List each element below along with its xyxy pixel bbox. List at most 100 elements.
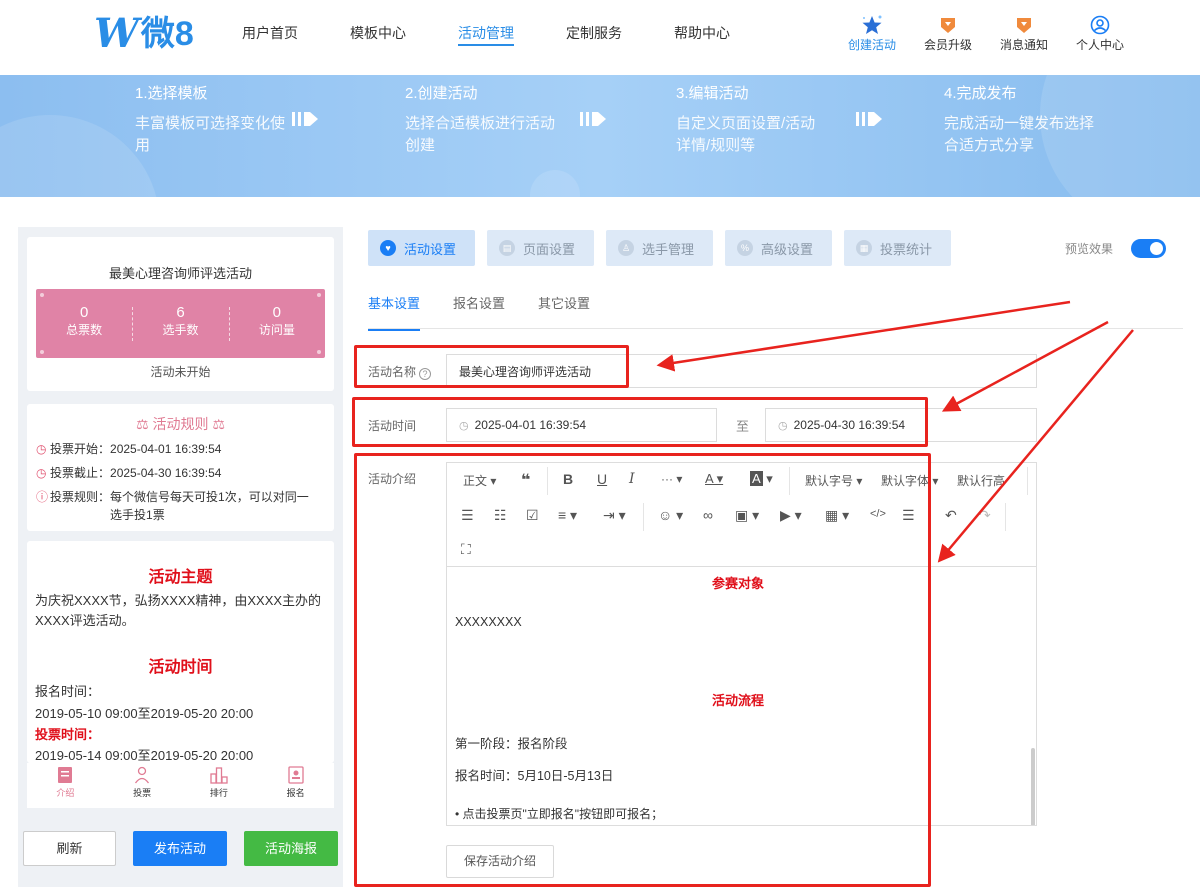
rule-value: 2025-04-01 16:39:54 bbox=[110, 442, 222, 456]
step-arrow-icon bbox=[580, 112, 606, 126]
header-tools: 创建活动 会员升级 消息通知 个人中心 bbox=[828, 14, 1132, 53]
line-height-dropdown[interactable]: 默认行高 bbox=[957, 472, 1005, 489]
editor-scrollbar[interactable] bbox=[1031, 748, 1035, 825]
nav-custom-service[interactable]: 定制服务 bbox=[566, 0, 622, 66]
contestant-icon: ♙ bbox=[618, 240, 634, 256]
tabbar-label: 介绍 bbox=[56, 788, 75, 798]
rule-value: 每个微信号每天可投1次，可以对同一选手投1票 bbox=[110, 490, 309, 522]
tabbar-vote[interactable]: 投票 bbox=[104, 763, 181, 808]
stat-label: 访问量 bbox=[258, 323, 295, 337]
preview-toggle[interactable] bbox=[1131, 239, 1166, 258]
stat-label: 总票数 bbox=[66, 323, 103, 337]
rule-label: 投票规则： bbox=[50, 490, 111, 504]
step-arrow-icon bbox=[292, 112, 318, 126]
logo-mark: W bbox=[94, 10, 139, 57]
ranking-icon bbox=[210, 767, 228, 784]
rule-vote-start: ◷ 投票开始： 2025-04-01 16:39:54 bbox=[36, 440, 334, 458]
clock-icon: ◷ bbox=[36, 442, 47, 456]
vote-label: 投票时间： bbox=[35, 727, 101, 742]
undo-icon[interactable]: ↶ bbox=[945, 507, 957, 524]
step-desc: 自定义页面设置/活动详情/规则等 bbox=[676, 115, 816, 154]
stat-contestants: 6 选手数 bbox=[132, 289, 228, 358]
gavel-icon: ⚖ bbox=[136, 416, 149, 432]
step-title: 2.创建活动 bbox=[405, 85, 478, 102]
info-icon: ⓘ bbox=[36, 490, 49, 504]
step-4: 4.完成发布 完成活动一键发布选择合适方式分享 bbox=[944, 81, 1094, 157]
tabbar-ranking[interactable]: 排行 bbox=[181, 763, 258, 808]
star-icon bbox=[840, 14, 904, 36]
redo-icon[interactable]: ↷ bbox=[979, 507, 991, 524]
subtab-basic[interactable]: 基本设置 bbox=[368, 293, 421, 331]
tabbar-signup[interactable]: 报名 bbox=[257, 763, 334, 808]
create-activity-button[interactable]: 创建活动 bbox=[840, 14, 904, 53]
profile-label: 个人中心 bbox=[1075, 38, 1124, 52]
rules-card: ⚖ 活动规则 ⚖ ◷ 投票开始： 2025-04-01 16:39:54 ◷ 投… bbox=[27, 404, 334, 531]
activity-poster-button[interactable]: 活动海报 bbox=[244, 831, 338, 866]
stat-value: 6 bbox=[176, 304, 185, 321]
theme-text: 为庆祝XXXX节，弘扬XXXX精神，由XXXX主办的XXXX评选活动。 bbox=[35, 593, 322, 628]
rule-label: 投票截止： bbox=[50, 466, 111, 480]
subtab-other[interactable]: 其它设置 bbox=[538, 293, 590, 331]
rule-value: 2025-04-30 16:39:54 bbox=[110, 466, 222, 480]
profile-button[interactable]: 个人中心 bbox=[1068, 14, 1132, 53]
tab-activity-settings[interactable]: ♥ 活动设置 bbox=[368, 230, 475, 266]
top-header: W 微8 用户首页 模板中心 活动管理 定制服务 帮助中心 创建活动 会员升级 … bbox=[0, 0, 1200, 75]
nav-activity-management[interactable]: 活动管理 bbox=[458, 0, 514, 66]
heart-icon: ♥ bbox=[380, 240, 396, 256]
stat-value: 0 bbox=[79, 304, 89, 321]
tabbar-label: 投票 bbox=[133, 788, 152, 798]
stat-label: 选手数 bbox=[162, 323, 199, 337]
tabbar-label: 排行 bbox=[209, 788, 228, 798]
clock-icon: ◷ bbox=[36, 466, 47, 480]
stat-visits: 0 访问量 bbox=[228, 289, 325, 358]
member-upgrade-button[interactable]: 会员升级 bbox=[916, 14, 980, 53]
refresh-button[interactable]: 刷新 bbox=[23, 831, 116, 866]
statistics-icon: ▦ bbox=[856, 240, 872, 256]
person-icon bbox=[135, 766, 150, 784]
toolbar-divider bbox=[1005, 503, 1006, 531]
tab-contestant-management[interactable]: ♙ 选手管理 bbox=[606, 230, 713, 266]
tab-vote-statistics[interactable]: ▦ 投票统计 bbox=[844, 230, 951, 266]
user-profile-icon bbox=[1068, 14, 1132, 36]
rule-label: 投票开始： bbox=[50, 442, 111, 456]
step-arrow-icon bbox=[856, 112, 882, 126]
steps-banner: 1.选择模板 丰富模板可选择变化使用 2.创建活动 选择合适模板进行活动创建 3… bbox=[0, 75, 1200, 197]
tab-advanced-settings[interactable]: % 高级设置 bbox=[725, 230, 832, 266]
logo[interactable]: W 微8 bbox=[94, 14, 194, 54]
stat-total-votes: 0 总票数 bbox=[36, 289, 132, 358]
annotation-box-intro bbox=[354, 453, 931, 887]
step-desc: 选择合适模板进行活动创建 bbox=[405, 115, 556, 154]
rule-vote-end: ◷ 投票截止： 2025-04-30 16:39:54 bbox=[36, 464, 334, 482]
step-1: 1.选择模板 丰富模板可选择变化使用 bbox=[135, 81, 285, 157]
annotation-box-name bbox=[354, 345, 629, 388]
document-icon bbox=[58, 767, 73, 783]
tabbar-intro[interactable]: 介绍 bbox=[27, 763, 104, 808]
publish-activity-button[interactable]: 发布活动 bbox=[133, 831, 227, 866]
activity-status: 活动未开始 bbox=[150, 365, 211, 379]
banner-decoration bbox=[530, 170, 580, 197]
subtab-signup[interactable]: 报名设置 bbox=[453, 293, 505, 331]
tab-label: 页面设置 bbox=[523, 241, 576, 257]
rules-title-text: 活动规则 bbox=[152, 416, 209, 432]
create-activity-label: 创建活动 bbox=[847, 38, 896, 52]
step-3: 3.编辑活动 自定义页面设置/活动详情/规则等 bbox=[676, 81, 826, 157]
nav-help-center[interactable]: 帮助中心 bbox=[674, 0, 730, 66]
nav-templates[interactable]: 模板中心 bbox=[350, 0, 406, 66]
signup-label: 报名时间： bbox=[35, 684, 101, 699]
annotation-box-time bbox=[352, 397, 928, 447]
vote-value: 2019-05-14 09:00至2019-05-20 20:00 bbox=[35, 748, 254, 763]
page-icon: ▤ bbox=[499, 240, 515, 256]
intro-preview-card: 活动主题 为庆祝XXXX节，弘扬XXXX精神，由XXXX主办的XXXX评选活动。… bbox=[27, 541, 334, 763]
settings-subtabs: 基本设置 报名设置 其它设置 bbox=[368, 293, 623, 331]
nav-home[interactable]: 用户首页 bbox=[242, 0, 298, 66]
stats-box: 0 总票数 6 选手数 0 访问量 bbox=[36, 289, 325, 358]
tab-label: 选手管理 bbox=[642, 241, 695, 257]
preview-activity-title: 最美心理咨询师评选活动 bbox=[108, 266, 252, 281]
notification-icon bbox=[992, 14, 1056, 36]
notifications-button[interactable]: 消息通知 bbox=[992, 14, 1056, 53]
tab-page-settings[interactable]: ▤ 页面设置 bbox=[487, 230, 594, 266]
tab-label: 投票统计 bbox=[880, 241, 933, 257]
tab-label: 高级设置 bbox=[761, 241, 814, 257]
step-2: 2.创建活动 选择合适模板进行活动创建 bbox=[405, 81, 555, 157]
step-desc: 丰富模板可选择变化使用 bbox=[135, 115, 286, 154]
